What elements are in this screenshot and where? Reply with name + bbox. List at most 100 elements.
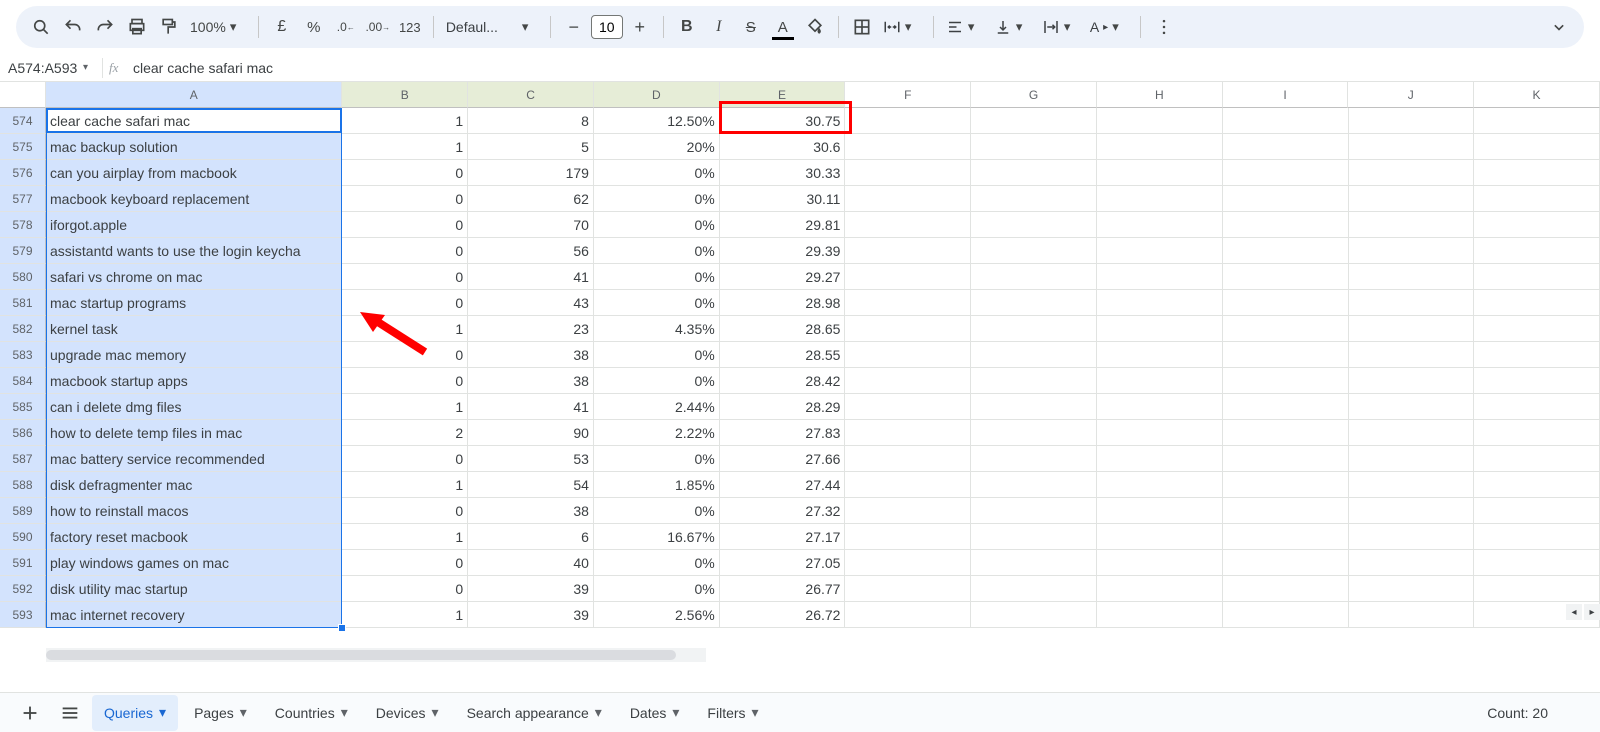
cell[interactable] [1097, 108, 1223, 134]
cell[interactable] [1474, 576, 1600, 602]
cell[interactable] [1223, 316, 1349, 342]
cell[interactable]: 0% [594, 342, 720, 368]
cell[interactable] [971, 290, 1097, 316]
cell[interactable]: 0% [594, 290, 720, 316]
currency-button[interactable]: £ [267, 12, 297, 42]
cell[interactable]: 0 [342, 368, 468, 394]
cell[interactable]: 0% [594, 498, 720, 524]
cell[interactable] [1349, 238, 1475, 264]
row-header[interactable]: 578 [0, 212, 46, 238]
cell[interactable] [1474, 186, 1600, 212]
cell[interactable] [1349, 186, 1475, 212]
cell[interactable] [1097, 316, 1223, 342]
cell[interactable]: 0% [594, 160, 720, 186]
cell[interactable]: 1 [342, 472, 468, 498]
cell[interactable]: 1 [342, 316, 468, 342]
cell[interactable]: mac startup programs [46, 290, 342, 316]
cell[interactable] [1223, 212, 1349, 238]
cell[interactable]: 29.81 [720, 212, 846, 238]
cell[interactable]: 1 [342, 394, 468, 420]
column-header-H[interactable]: H [1097, 82, 1223, 108]
bold-button[interactable]: B [672, 12, 702, 42]
merge-cells-button[interactable]: ▾ [879, 18, 925, 36]
cell[interactable]: 56 [468, 238, 594, 264]
cell[interactable]: 38 [468, 498, 594, 524]
cell[interactable] [1474, 368, 1600, 394]
cell[interactable] [845, 342, 971, 368]
italic-button[interactable]: I [704, 12, 734, 42]
row-header[interactable]: 589 [0, 498, 46, 524]
name-box[interactable]: A574:A593▾ [0, 60, 96, 76]
cell[interactable] [1474, 420, 1600, 446]
cell[interactable]: 53 [468, 446, 594, 472]
cell[interactable]: 1 [342, 134, 468, 160]
cell[interactable]: 1 [342, 602, 468, 628]
column-header-J[interactable]: J [1348, 82, 1474, 108]
cell[interactable]: 38 [468, 342, 594, 368]
cell[interactable] [1474, 394, 1600, 420]
cell[interactable] [845, 108, 971, 134]
cell[interactable]: 0% [594, 576, 720, 602]
cell[interactable] [971, 186, 1097, 212]
column-header-D[interactable]: D [594, 82, 720, 108]
cell[interactable]: 0 [342, 212, 468, 238]
cell[interactable]: 0 [342, 342, 468, 368]
cell[interactable]: 2 [342, 420, 468, 446]
column-header-C[interactable]: C [468, 82, 594, 108]
cell[interactable]: 0% [594, 446, 720, 472]
cell[interactable] [845, 472, 971, 498]
cell[interactable] [1474, 446, 1600, 472]
cell[interactable] [1097, 472, 1223, 498]
text-color-button[interactable]: A [768, 12, 798, 42]
cell[interactable]: 27.83 [720, 420, 846, 446]
cell[interactable] [971, 368, 1097, 394]
cell[interactable] [971, 446, 1097, 472]
cell[interactable] [971, 316, 1097, 342]
cell[interactable]: 0 [342, 264, 468, 290]
cell[interactable]: disk utility mac startup [46, 576, 342, 602]
cell[interactable]: mac backup solution [46, 134, 342, 160]
cell[interactable] [1349, 446, 1475, 472]
row-header[interactable]: 591 [0, 550, 46, 576]
cell[interactable]: 28.98 [720, 290, 846, 316]
cell[interactable]: iforgot.apple [46, 212, 342, 238]
cell[interactable] [1474, 524, 1600, 550]
cell[interactable] [1474, 342, 1600, 368]
cell[interactable] [1474, 212, 1600, 238]
cell[interactable] [1474, 108, 1600, 134]
cell[interactable] [1097, 212, 1223, 238]
redo-button[interactable] [90, 12, 120, 42]
cell[interactable]: 0% [594, 264, 720, 290]
cell[interactable] [1097, 498, 1223, 524]
scroll-right-button[interactable]: ▸ [1584, 604, 1600, 620]
cell[interactable]: macbook keyboard replacement [46, 186, 342, 212]
cell[interactable] [845, 420, 971, 446]
cell[interactable]: 0 [342, 446, 468, 472]
column-header-E[interactable]: E [720, 82, 846, 108]
cell[interactable]: 27.66 [720, 446, 846, 472]
cell[interactable] [1349, 134, 1475, 160]
cell[interactable] [845, 212, 971, 238]
vertical-align-button[interactable]: ▾ [990, 18, 1036, 36]
cell[interactable] [1223, 420, 1349, 446]
cell[interactable]: 28.55 [720, 342, 846, 368]
cell[interactable] [1474, 238, 1600, 264]
cell[interactable]: how to reinstall macos [46, 498, 342, 524]
cell[interactable] [845, 446, 971, 472]
cell[interactable]: 39 [468, 576, 594, 602]
cell[interactable]: 0 [342, 498, 468, 524]
cell[interactable]: 26.72 [720, 602, 846, 628]
cell[interactable]: 0% [594, 238, 720, 264]
search-menu-button[interactable] [26, 12, 56, 42]
cell[interactable] [971, 264, 1097, 290]
percent-button[interactable]: % [299, 12, 329, 42]
cell[interactable] [1097, 576, 1223, 602]
cell[interactable] [1097, 524, 1223, 550]
cell[interactable]: play windows games on mac [46, 550, 342, 576]
cell[interactable]: 41 [468, 394, 594, 420]
cell[interactable]: 5 [468, 134, 594, 160]
cell[interactable]: 43 [468, 290, 594, 316]
strikethrough-button[interactable]: S [736, 12, 766, 42]
row-header[interactable]: 581 [0, 290, 46, 316]
cell[interactable] [971, 524, 1097, 550]
